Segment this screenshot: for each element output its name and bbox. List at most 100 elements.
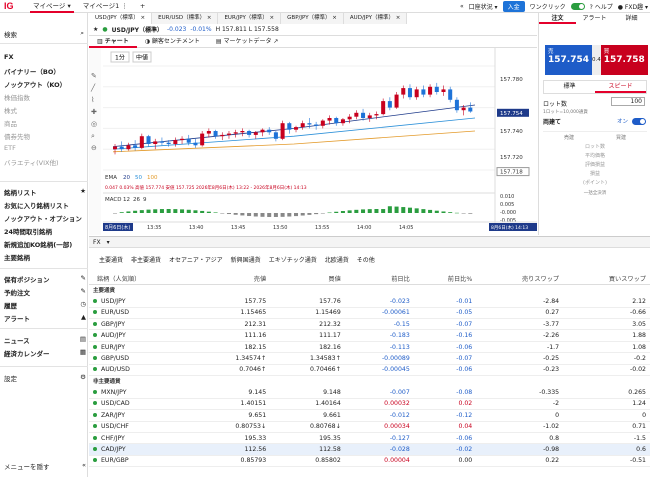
table-row[interactable]: ZAR/JPY 9.651 9.661 -0.012 -0.12 0 0 xyxy=(89,409,650,422)
tab-detail[interactable]: 詳細 xyxy=(613,13,650,24)
sidebar-item-3[interactable]: 株価指数 xyxy=(4,92,86,102)
price-chart[interactable]: ✎ ╱ ⌇ ✚ ◎ ⌕ ⊖ 1分 中値 157.780 157.754 157.740 157.720 1… xyxy=(89,48,537,235)
column-header[interactable]: 売値 xyxy=(195,273,271,285)
sell-button[interactable]: 売 157.754 xyxy=(545,45,592,75)
tab-order[interactable]: 注文 xyxy=(539,13,576,24)
page-tab-mypage1[interactable]: マイページ1 ⋮ xyxy=(80,0,131,13)
table-row[interactable]: USD/JPY 157.75 157.76 -0.023 -0.01 -2.84 2.12 xyxy=(89,295,650,308)
sidebar-item-8[interactable]: バラエティ(VIX他) xyxy=(4,157,86,167)
table-row[interactable]: USD/CAD 1.40151 1.40164 0.00032 0.02 -2 1.24 xyxy=(89,398,650,411)
sidebar-item-31[interactable]: 経済カレンダー ▦ xyxy=(4,348,86,358)
cell: CHF/JPY xyxy=(101,434,125,442)
category-tab[interactable]: オセアニア・アジア xyxy=(169,255,223,265)
sidebar-item-14[interactable]: 新規追加KO銘柄(一部) xyxy=(4,239,86,249)
close-toggle[interactable] xyxy=(632,118,646,125)
sidebar-item-5[interactable]: 商品 xyxy=(4,118,86,128)
close-icon[interactable]: × xyxy=(268,15,275,21)
column-header[interactable]: 銘柄（人気順） xyxy=(89,273,196,285)
settings-item[interactable]: 設定 ⚙ xyxy=(4,373,86,383)
sidebar-item-15[interactable]: 主要銘柄 xyxy=(4,252,86,262)
mode-speed[interactable]: スピード xyxy=(595,81,646,93)
table-row[interactable]: CAD/JPY 112.56 112.58 -0.028 -0.02 -0.98 0.6 xyxy=(89,443,650,456)
column-header[interactable]: 前日比% xyxy=(413,273,477,285)
tool-icon[interactable]: ⊖ xyxy=(91,144,97,152)
tool-icon[interactable]: ⌕ xyxy=(91,132,95,140)
instrument-tab[interactable]: EUR/JPY（標準） × xyxy=(218,13,282,24)
sidebar-item-30[interactable]: ニュース ▤ xyxy=(4,335,86,345)
cell: -0.2 xyxy=(633,354,646,362)
table-row[interactable]: EUR/GBP 0.85793 0.85802 0.00004 0.00 0.22 -0.5… xyxy=(89,455,650,468)
category-tab[interactable]: 新興国通貨 xyxy=(231,255,261,265)
chevron-down-icon[interactable]: ▾ xyxy=(107,239,110,246)
tab-fx[interactable]: FX xyxy=(93,239,101,246)
sidebar-item-1[interactable]: バイナリー（BO） xyxy=(4,66,86,76)
table-row[interactable]: AUD/JPY 111.16 111.17 -0.183 -0.16 -2.26 1.88 xyxy=(89,329,650,342)
collapse-icon[interactable]: « xyxy=(460,3,464,10)
instrument-tab[interactable]: AUD/JPY（標準） × xyxy=(343,13,408,24)
category-tab[interactable]: 北欧通貨 xyxy=(325,255,349,265)
tab-sentiment[interactable]: ◑ 顧客センチメント xyxy=(137,36,208,48)
category-tab[interactable]: 主要通貨 xyxy=(99,255,123,265)
table-row[interactable]: CHF/JPY 195.33 195.35 -0.127 -0.06 0.8 -1.5 xyxy=(89,432,650,445)
buy-button[interactable]: 買 157.758 xyxy=(600,45,648,75)
column-header[interactable]: 買値 xyxy=(270,273,345,285)
sidebar-item-20[interactable]: 保有ポジション ✎ xyxy=(4,274,86,284)
help-button[interactable]: ? ヘルプ xyxy=(590,2,613,11)
sidebar-search[interactable]: 検索 ⌕ xyxy=(4,29,84,39)
tool-icon[interactable]: ╱ xyxy=(90,83,96,92)
table-row[interactable]: USD/CHF 0.80753↓ 0.80768↓ 0.00034 0.04 -1.02 0… xyxy=(89,421,650,433)
table-row[interactable]: GBP/USD 1.34574↑ 1.34583↑ -0.00089 -0.07 -0.2… xyxy=(89,352,650,365)
symbol-select[interactable]: USD/JPY（標準） xyxy=(112,25,163,34)
tab-market-data[interactable]: ▤ マーケットデータ ↗ xyxy=(208,36,287,48)
sidebar-item-12[interactable]: ノックアウト・オプション xyxy=(4,213,86,223)
sidebar-item-10[interactable]: 銘柄リスト ★ xyxy=(4,187,86,197)
close-icon[interactable]: × xyxy=(205,15,212,21)
close-icon[interactable]: × xyxy=(394,15,401,21)
close-icon[interactable]: × xyxy=(331,15,337,21)
instrument-tab[interactable]: GBP/JPY（標準） × xyxy=(281,13,344,24)
sidebar-item-7[interactable]: ETF xyxy=(4,144,86,152)
close-all-button[interactable]: 一括全決済 xyxy=(543,190,647,196)
category-tab[interactable]: その他 xyxy=(357,255,375,265)
table-row[interactable]: EUR/USD 1.15465 1.15469 -0.00061 -0.05 0.27 -0… xyxy=(89,307,650,320)
account-status-button[interactable]: 口座状況 ▾ xyxy=(469,2,498,11)
sidebar-item-11[interactable]: お気に入り銘柄リスト xyxy=(4,200,86,210)
tool-icon[interactable]: ✚ xyxy=(91,108,97,116)
tool-icon[interactable]: ✎ xyxy=(91,72,97,80)
sidebar-item-22[interactable]: 履歴 ◷ xyxy=(4,300,86,310)
sidebar-item-21[interactable]: 予約注文 ✎ xyxy=(4,287,86,297)
category-tab[interactable]: エキゾチック通貨 xyxy=(269,255,317,265)
sidebar-item-23[interactable]: アラート ▲ xyxy=(4,313,86,323)
cell: 0.00034 xyxy=(384,423,410,431)
instrument-tab[interactable]: USD/JPY（標準） × xyxy=(89,13,153,24)
qty-input[interactable]: 100 xyxy=(611,97,645,106)
deposit-button[interactable]: 入金 xyxy=(502,1,525,12)
sidebar-item-0[interactable]: FX xyxy=(4,53,86,61)
oneclick-toggle[interactable] xyxy=(570,3,585,10)
sidebar-item-6[interactable]: 債券先物 xyxy=(4,131,86,141)
page-tab-mypage[interactable]: マイページ ▾ xyxy=(30,0,74,13)
column-header[interactable]: 買いスワップ xyxy=(563,273,650,285)
table-row[interactable]: MXN/JPY 9.145 9.148 -0.007 -0.08 -0.335 0.265 xyxy=(89,386,650,399)
add-page-button[interactable]: + xyxy=(137,0,148,13)
column-header[interactable]: 売りスワップ xyxy=(476,273,564,285)
column-header[interactable]: 前日比 xyxy=(344,273,414,285)
table-row[interactable]: AUD/USD 0.7046↑ 0.70466↑ -0.00045 -0.06 -0.23… xyxy=(89,364,650,377)
sidebar-item-4[interactable]: 株式 xyxy=(4,105,86,115)
sidebar-item-13[interactable]: 24時間取引銘柄 xyxy=(4,226,86,236)
sidebar-item-2[interactable]: ノックアウト（KO） xyxy=(4,79,86,89)
star-icon[interactable]: ★ xyxy=(93,26,98,33)
close-icon[interactable]: × xyxy=(139,15,146,21)
macd-bar xyxy=(307,213,312,215)
tab-chart[interactable]: ▥ チャート xyxy=(89,36,137,48)
table-row[interactable]: EUR/JPY 182.15 182.16 -0.113 -0.06 -1.7 1.08 xyxy=(89,341,650,354)
instrument-tab[interactable]: EUR/USD（標準） × xyxy=(152,13,219,24)
hide-menu-button[interactable]: メニューを隠す « xyxy=(4,461,86,471)
tab-alert[interactable]: アラート xyxy=(576,13,613,24)
tool-icon[interactable]: ⌇ xyxy=(91,96,94,104)
tool-icon[interactable]: ◎ xyxy=(91,120,97,128)
user-menu[interactable]: ● FXD趣 ▾ xyxy=(618,2,648,11)
mode-standard[interactable]: 標準 xyxy=(544,81,595,93)
table-row[interactable]: GBP/JPY 212.31 212.32 -0.15 -0.07 -3.77 3.05 xyxy=(89,318,650,331)
category-tab[interactable]: 非主要通貨 xyxy=(131,255,161,265)
